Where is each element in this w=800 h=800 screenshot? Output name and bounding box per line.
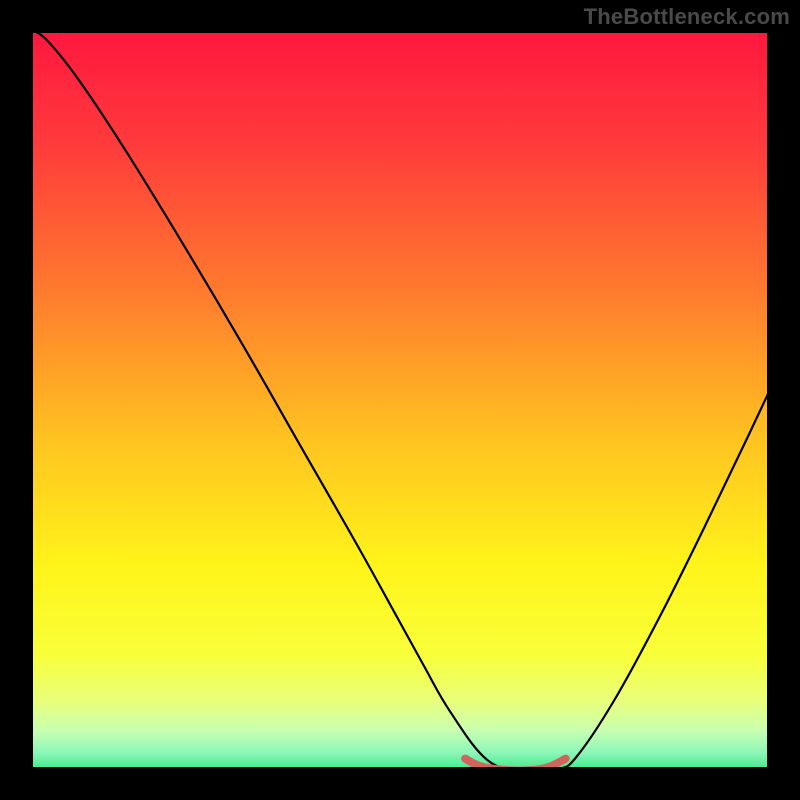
chart-frame: TheBottleneck.com bbox=[0, 0, 800, 800]
gradient-background bbox=[33, 30, 778, 775]
bottleneck-chart bbox=[0, 0, 800, 800]
watermark-text: TheBottleneck.com bbox=[584, 4, 790, 30]
